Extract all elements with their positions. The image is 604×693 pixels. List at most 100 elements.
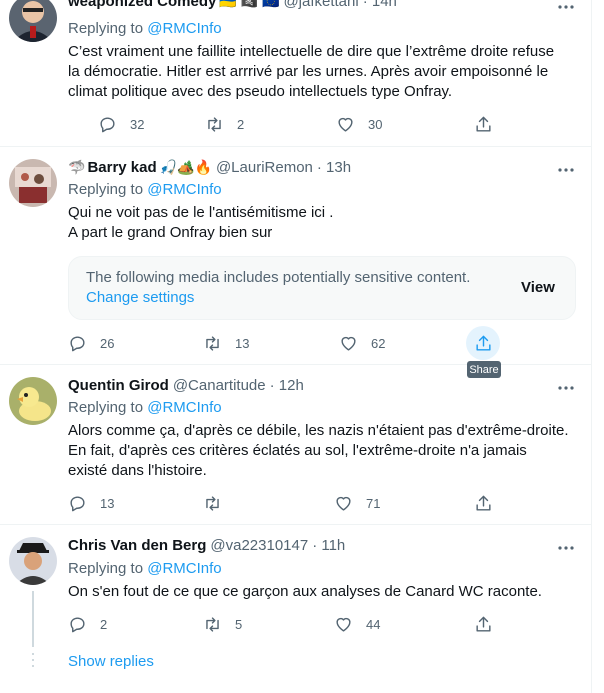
reply-count: 2 [100,616,108,632]
retweet-button[interactable]: 13 [203,332,249,354]
share-button[interactable] [474,492,493,514]
more-options-icon[interactable] [556,0,576,17]
avatar[interactable] [9,0,57,42]
display-name[interactable]: Quentin Girod [68,377,169,394]
like-count: 71 [366,495,381,511]
replying-to: Replying to @RMCInfo [68,181,222,198]
column-border [591,0,592,693]
name-prefix-emoji: 🦈 [68,159,86,175]
reply-button[interactable]: 2 [68,613,107,635]
mention-link[interactable]: @RMCInfo [147,20,221,37]
reply-icon [70,495,85,511]
display-name[interactable]: Barry kad [87,159,156,176]
text-line: Qui ne voit pas de le l'antisémitisme ic… [68,204,334,221]
tweet-header: Chris Van den Berg @va22310147 · 11h [68,537,345,554]
replying-to: Replying to @RMCInfo [68,399,222,416]
reply-button[interactable]: 26 [68,332,114,354]
more-options-icon[interactable] [556,160,576,180]
more-options-icon[interactable] [556,538,576,558]
name-emoji: 🇺🇦 🏴‍☠️ 🇪🇺 [219,0,280,9]
view-media-button[interactable]: View [521,279,555,296]
user-handle[interactable]: @jafkettani [283,0,358,10]
display-name[interactable]: Chris Van den Berg [68,537,206,554]
user-handle[interactable]: @LauriRemon [216,159,313,176]
heart-icon [336,496,351,511]
share-icon [476,116,491,132]
timestamp[interactable]: · 12h [270,377,304,394]
text-line: existé dans l'histoire. [68,462,207,479]
retweet-count: 13 [235,335,250,351]
text-line: la démocratie. Hitler est arrrivé par le… [68,63,549,80]
tweet-actions: 26 13 62 [68,326,500,360]
text-line: Alors comme ça, d'après ce débile, les n… [68,422,569,439]
tweet-text: Qui ne voit pas de le l'antisémitisme ic… [68,203,578,243]
user-handle[interactable]: @va22310147 [210,537,308,554]
retweet-icon [206,495,219,511]
sensitive-media-text: The following media includes potentially… [86,269,471,286]
like-button[interactable]: 71 [334,492,380,514]
tweet[interactable]: Quentin Girod @Canartitude · 12h Replyin… [0,365,591,525]
replying-to: Replying to @RMCInfo [68,560,222,577]
avatar[interactable] [9,377,57,425]
thread-connector-line [32,591,34,647]
sensitive-media-warning: The following media includes potentially… [68,256,576,320]
share-button[interactable] [474,613,493,635]
share-button[interactable] [474,113,493,135]
reply-icon [70,616,85,632]
tweet-text: C’est vraiment une faillite intellectuel… [68,42,578,102]
retweet-count: 2 [237,116,245,132]
replying-to-label: Replying to [68,20,144,37]
text-line: C’est vraiment une faillite intellectuel… [68,43,555,60]
heart-icon [341,336,356,351]
mention-link[interactable]: @RMCInfo [147,399,221,416]
reply-count: 13 [100,495,115,511]
tweet-header: Quentin Girod @Canartitude · 12h [68,377,304,394]
mention-link[interactable]: @RMCInfo [147,560,221,577]
timestamp[interactable]: · 13h [317,159,351,176]
display-name[interactable]: weaponized Comedy [68,0,216,10]
change-settings-link[interactable]: Change settings [86,289,194,306]
tweet[interactable]: 🦈 Barry kad 🎣🏕️🔥 @LauriRemon · 13h Reply… [0,147,591,365]
avatar[interactable] [9,537,57,585]
thread-dots [32,653,34,671]
avatar[interactable] [9,159,57,207]
tweet-actions: 32 2 30 [68,113,498,135]
mention-link[interactable]: @RMCInfo [147,181,221,198]
timestamp[interactable]: · 11h [312,537,345,554]
tweet-header: weaponized Comedy 🇺🇦 🏴‍☠️ 🇪🇺 @jafkettani… [68,0,397,10]
retweet-count: 5 [235,616,243,632]
timestamp[interactable]: · 14h [363,0,397,10]
tweet-text: On s'en fout de ce que ce garçon aux ana… [68,582,578,602]
text-line: climat politique avec des pseudo intelle… [68,83,453,100]
heart-icon [338,117,353,132]
text-line: A part le grand Onfray bien sur [68,224,273,241]
tweet-header: 🦈 Barry kad 🎣🏕️🔥 @LauriRemon · 13h [68,159,351,176]
like-button[interactable]: 30 [336,113,382,135]
more-options-icon[interactable] [556,378,576,398]
reply-button[interactable]: 13 [68,492,114,514]
tweet-actions: 13 71 [68,492,498,514]
reply-icon [70,335,85,351]
text-line: En fait, d'après ces critères éclatés au… [68,442,527,459]
retweet-icon [206,616,219,632]
retweet-button[interactable]: 2 [205,113,244,135]
reply-count: 32 [130,116,145,132]
share-button[interactable] [474,332,493,354]
heart-icon [336,617,351,632]
show-replies-link[interactable]: Show replies [68,653,154,670]
retweet-icon [208,116,221,132]
tweet[interactable]: weaponized Comedy 🇺🇦 🏴‍☠️ 🇪🇺 @jafkettani… [0,0,591,147]
retweet-button[interactable] [203,492,235,514]
like-count: 30 [368,116,383,132]
retweet-icon [206,335,219,351]
reply-button[interactable]: 32 [98,113,144,135]
share-icon [476,616,491,632]
replying-to-label: Replying to [68,399,144,416]
like-button[interactable]: 62 [339,332,385,354]
user-handle[interactable]: @Canartitude [173,377,266,394]
tweet-actions: 2 5 44 [68,613,498,635]
replying-to: Replying to @RMCInfo [68,20,222,37]
retweet-button[interactable]: 5 [203,613,242,635]
like-button[interactable]: 44 [334,613,380,635]
text-line: On s'en fout de ce que ce garçon aux ana… [68,583,542,600]
